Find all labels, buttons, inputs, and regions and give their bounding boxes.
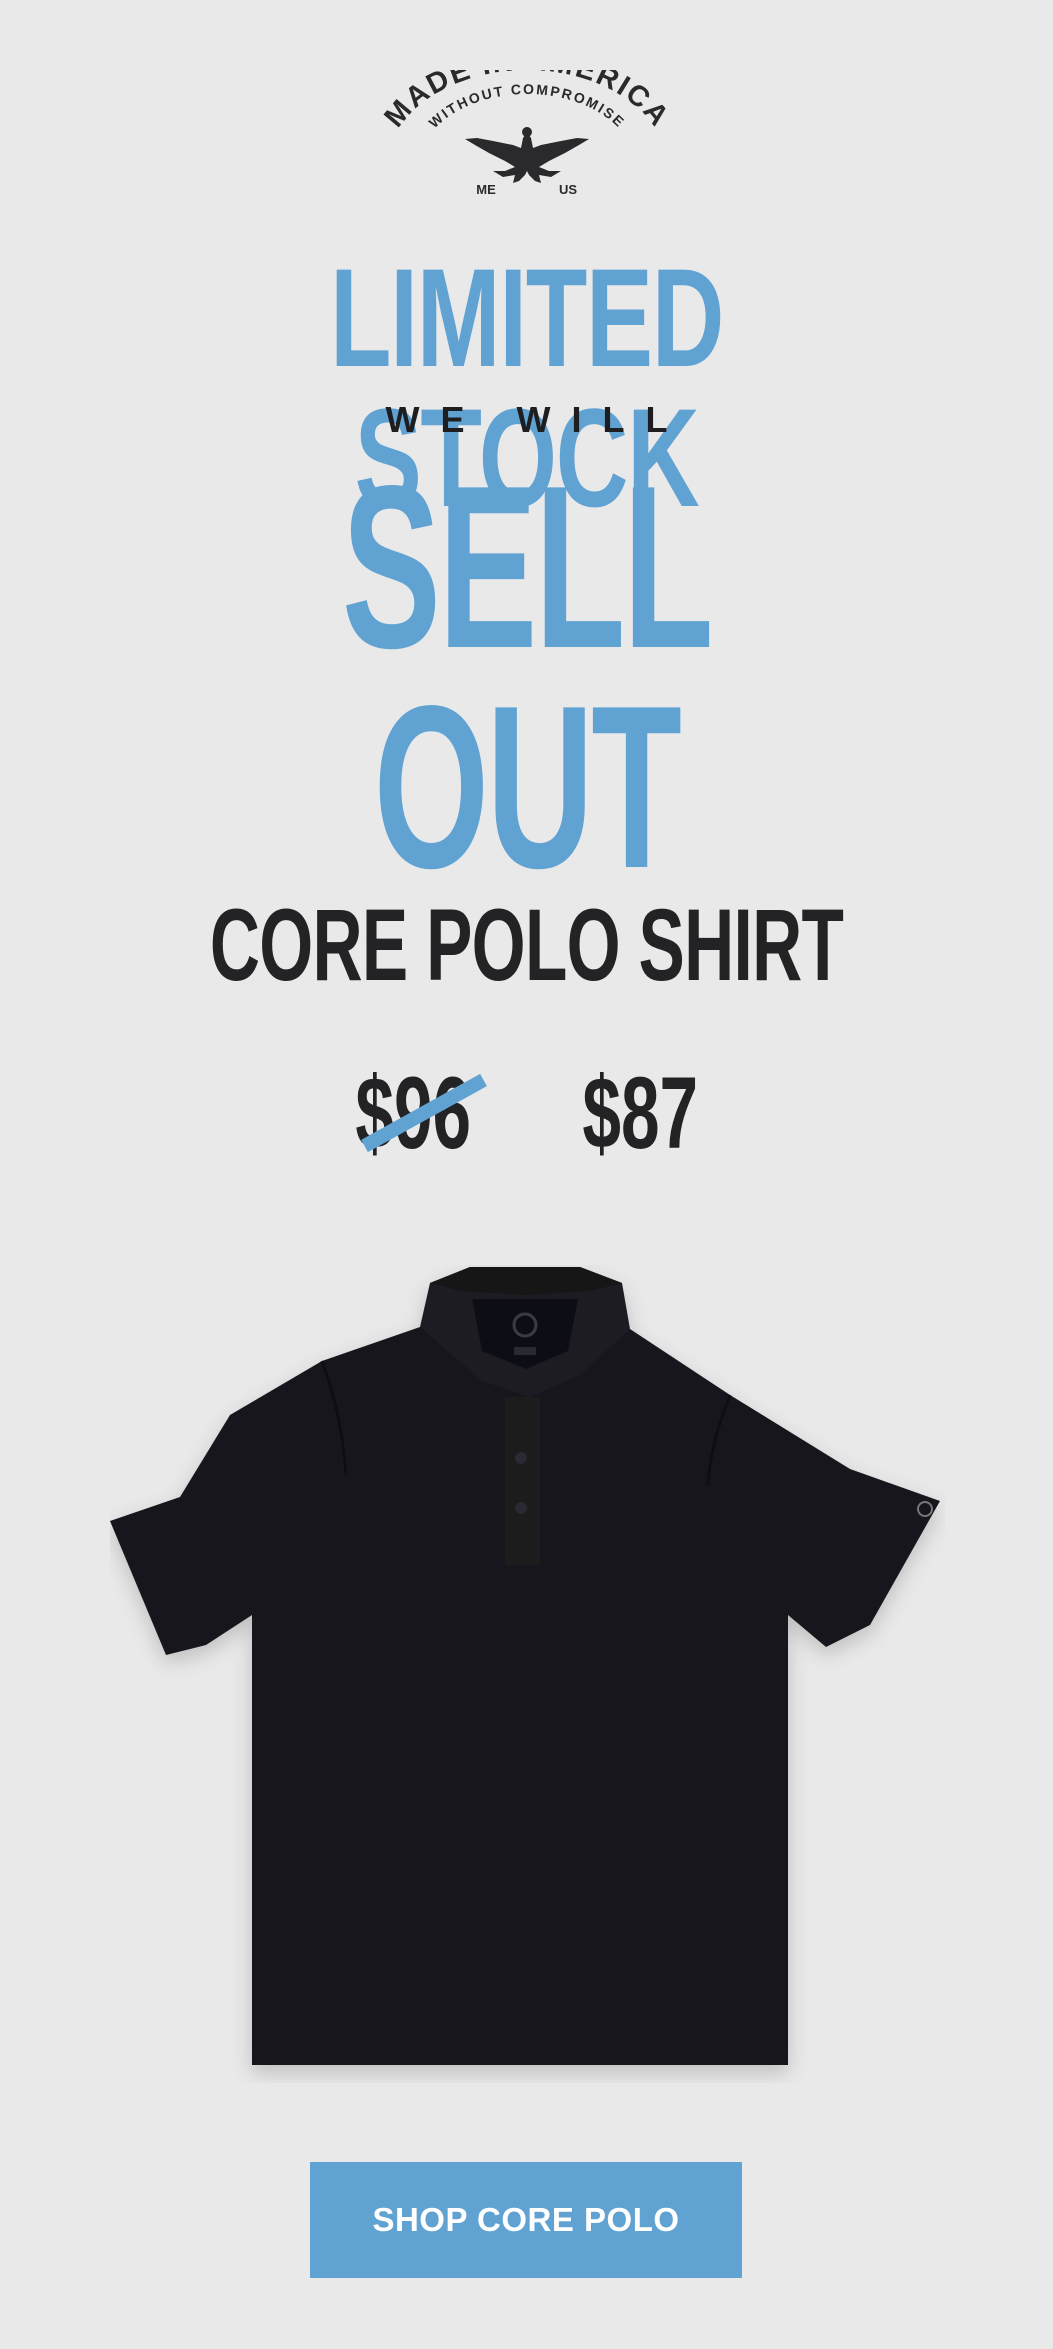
headline-sell-out: SELL OUT bbox=[341, 438, 714, 917]
badge-left-tag: ME bbox=[476, 182, 496, 197]
product-name: CORE POLO SHIRT bbox=[209, 888, 844, 1002]
badge-graphic: MADE IN AMERICA WITHOUT COMPROMISE ME US bbox=[378, 70, 675, 197]
sale-price: $87 bbox=[582, 1056, 699, 1170]
email-page: MADE IN AMERICA WITHOUT COMPROMISE ME US… bbox=[0, 0, 1053, 2349]
eagle-icon bbox=[465, 127, 589, 183]
shop-core-polo-button[interactable]: SHOP CORE POLO bbox=[310, 2162, 742, 2278]
polo-shirt-graphic bbox=[110, 1267, 940, 2065]
price-row: $96 $87 bbox=[0, 1058, 1053, 1168]
badge-right-tag: US bbox=[559, 182, 577, 197]
badge-top-arc-text: MADE IN AMERICA bbox=[378, 70, 675, 133]
polo-shirt-image[interactable] bbox=[110, 1265, 945, 2083]
headline-we-will: WE WILL bbox=[385, 399, 689, 440]
made-in-america-badge: MADE IN AMERICA WITHOUT COMPROMISE ME US bbox=[366, 70, 688, 200]
